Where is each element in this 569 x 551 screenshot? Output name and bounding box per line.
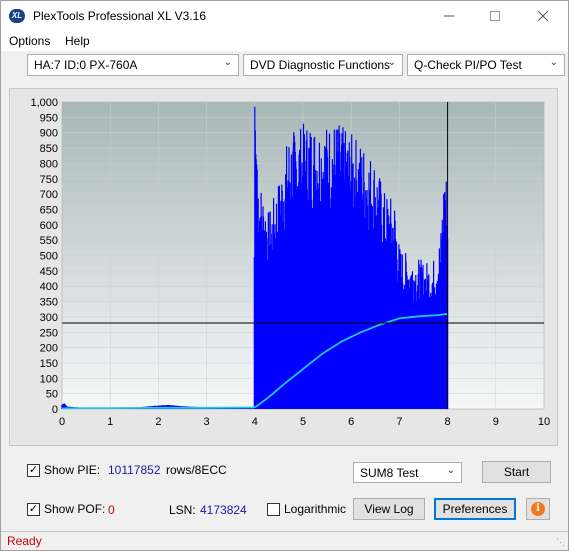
menu-bar: Options Help	[1, 31, 568, 51]
logarithmic-label: Logarithmic	[284, 502, 347, 516]
show-pie-checkbox-box[interactable]: ✓	[27, 463, 40, 477]
x-tick-label: 5	[300, 416, 306, 428]
y-tick-label: 250	[40, 327, 58, 339]
x-tick-label: 0	[59, 416, 65, 428]
y-tick-label: 1,000	[30, 97, 58, 109]
logarithmic-checkbox[interactable]: Logarithmic	[267, 502, 346, 516]
preferences-button[interactable]: Preferences	[434, 498, 516, 520]
y-tick-label: 800	[40, 158, 58, 170]
show-poe-checkbox-box[interactable]: ✓	[27, 502, 40, 516]
x-tick-label: 6	[348, 416, 354, 428]
y-tick-label: 550	[40, 235, 58, 247]
poe-value: 0	[108, 503, 115, 517]
y-tick-label: 850	[40, 143, 58, 155]
x-tick-label: 10	[538, 416, 550, 428]
lsn-value: 4173824	[200, 503, 247, 517]
y-tick-label: 100	[40, 373, 58, 385]
logarithmic-checkbox-box[interactable]	[267, 502, 280, 516]
info-button[interactable]: i	[526, 498, 550, 520]
y-tick-label: 200	[40, 343, 58, 355]
pie-value: 10117852	[108, 463, 161, 477]
close-icon-glyph	[538, 11, 548, 21]
show-pie-label: Show PIE:	[44, 463, 101, 477]
status-bar: Ready ⋱	[1, 531, 568, 550]
app-window: XL PlexTools Professional XL V3.16 Optio…	[0, 0, 569, 551]
function-select-value: DVD Diagnostic Functions	[250, 58, 391, 72]
sum-test-select-value: SUM8 Test	[360, 466, 419, 480]
show-poe-checkbox[interactable]: ✓ Show POF:	[27, 502, 105, 516]
pie-unit: rows/8ECC	[166, 463, 227, 477]
toolbar: HA:7 ID:0 PX-760A ⌄ DVD Diagnostic Funct…	[1, 51, 568, 81]
maximize-icon[interactable]	[472, 1, 518, 31]
test-select-value: Q-Check PI/PO Test	[414, 58, 522, 72]
y-tick-label: 950	[40, 112, 58, 124]
close-icon[interactable]	[520, 1, 566, 31]
chevron-down-icon: ⌄	[549, 57, 558, 68]
y-tick-label: 650	[40, 204, 58, 216]
y-tick-label: 900	[40, 128, 58, 140]
x-tick-label: 2	[155, 416, 161, 428]
test-select[interactable]: Q-Check PI/PO Test ⌄	[407, 54, 565, 76]
controls-panel: ✓ Show PIE: 10117852 rows/8ECC ✓ Show PO…	[9, 455, 558, 525]
y-axis-ticks: 0 50 100 150 200 250 300 350 400 450 500 550 600 650 7…	[30, 97, 58, 416]
title-bar: XL PlexTools Professional XL V3.16	[1, 1, 568, 31]
sum-test-select[interactable]: SUM8 Test ⌄	[353, 462, 462, 483]
x-tick-label: 4	[252, 416, 258, 428]
y-tick-label: 750	[40, 174, 58, 186]
chart-panel: 0 50 100 150 200 250 300 350 400 450 500 550 600 650 7…	[9, 88, 558, 446]
resize-grip-icon[interactable]: ⋱	[556, 537, 565, 548]
y-tick-label: 50	[46, 389, 58, 401]
drive-select-value: HA:7 ID:0 PX-760A	[34, 58, 138, 72]
info-icon: i	[531, 502, 545, 516]
y-tick-label: 150	[40, 358, 58, 370]
menu-options[interactable]: Options	[9, 34, 50, 48]
chevron-down-icon: ⌄	[223, 57, 232, 68]
app-logo-icon: XL	[9, 9, 25, 23]
y-tick-label: 600	[40, 220, 58, 232]
y-tick-label: 450	[40, 266, 58, 278]
lsn-label: LSN:	[169, 503, 196, 517]
pie-chart: 0501001502002503003504004505005506006507…	[30, 97, 550, 428]
y-tick-label: 0	[52, 404, 58, 416]
x-tick-label: 1	[107, 416, 113, 428]
view-log-button[interactable]: View Log	[353, 498, 425, 520]
maximize-icon-glyph	[490, 11, 500, 21]
function-select[interactable]: DVD Diagnostic Functions ⌄	[243, 54, 403, 76]
y-tick-label: 350	[40, 297, 58, 309]
minimize-icon-glyph	[444, 15, 454, 17]
x-tick-label: 8	[445, 416, 451, 428]
y-tick-label: 400	[40, 281, 58, 293]
x-tick-label: 3	[204, 416, 210, 428]
minimize-icon[interactable]	[426, 1, 472, 31]
drive-select[interactable]: HA:7 ID:0 PX-760A ⌄	[27, 54, 239, 76]
show-pie-checkbox[interactable]: ✓ Show PIE:	[27, 463, 100, 477]
x-tick-label: 7	[396, 416, 402, 428]
show-poe-label: Show POF:	[44, 502, 106, 516]
chevron-down-icon: ⌄	[387, 57, 396, 68]
x-tick-label: 9	[493, 416, 499, 428]
y-tick-label: 700	[40, 189, 58, 201]
menu-help[interactable]: Help	[65, 34, 90, 48]
y-tick-label: 500	[40, 251, 58, 263]
y-tick-label: 300	[40, 312, 58, 324]
chevron-down-icon: ⌄	[446, 465, 455, 476]
start-button[interactable]: Start	[482, 461, 551, 483]
status-text: Ready	[7, 534, 42, 548]
window-title: PlexTools Professional XL V3.16	[33, 9, 206, 23]
x-axis-ticks: 0 1 2 3 4 5 6 7 8 9 10	[59, 416, 550, 428]
